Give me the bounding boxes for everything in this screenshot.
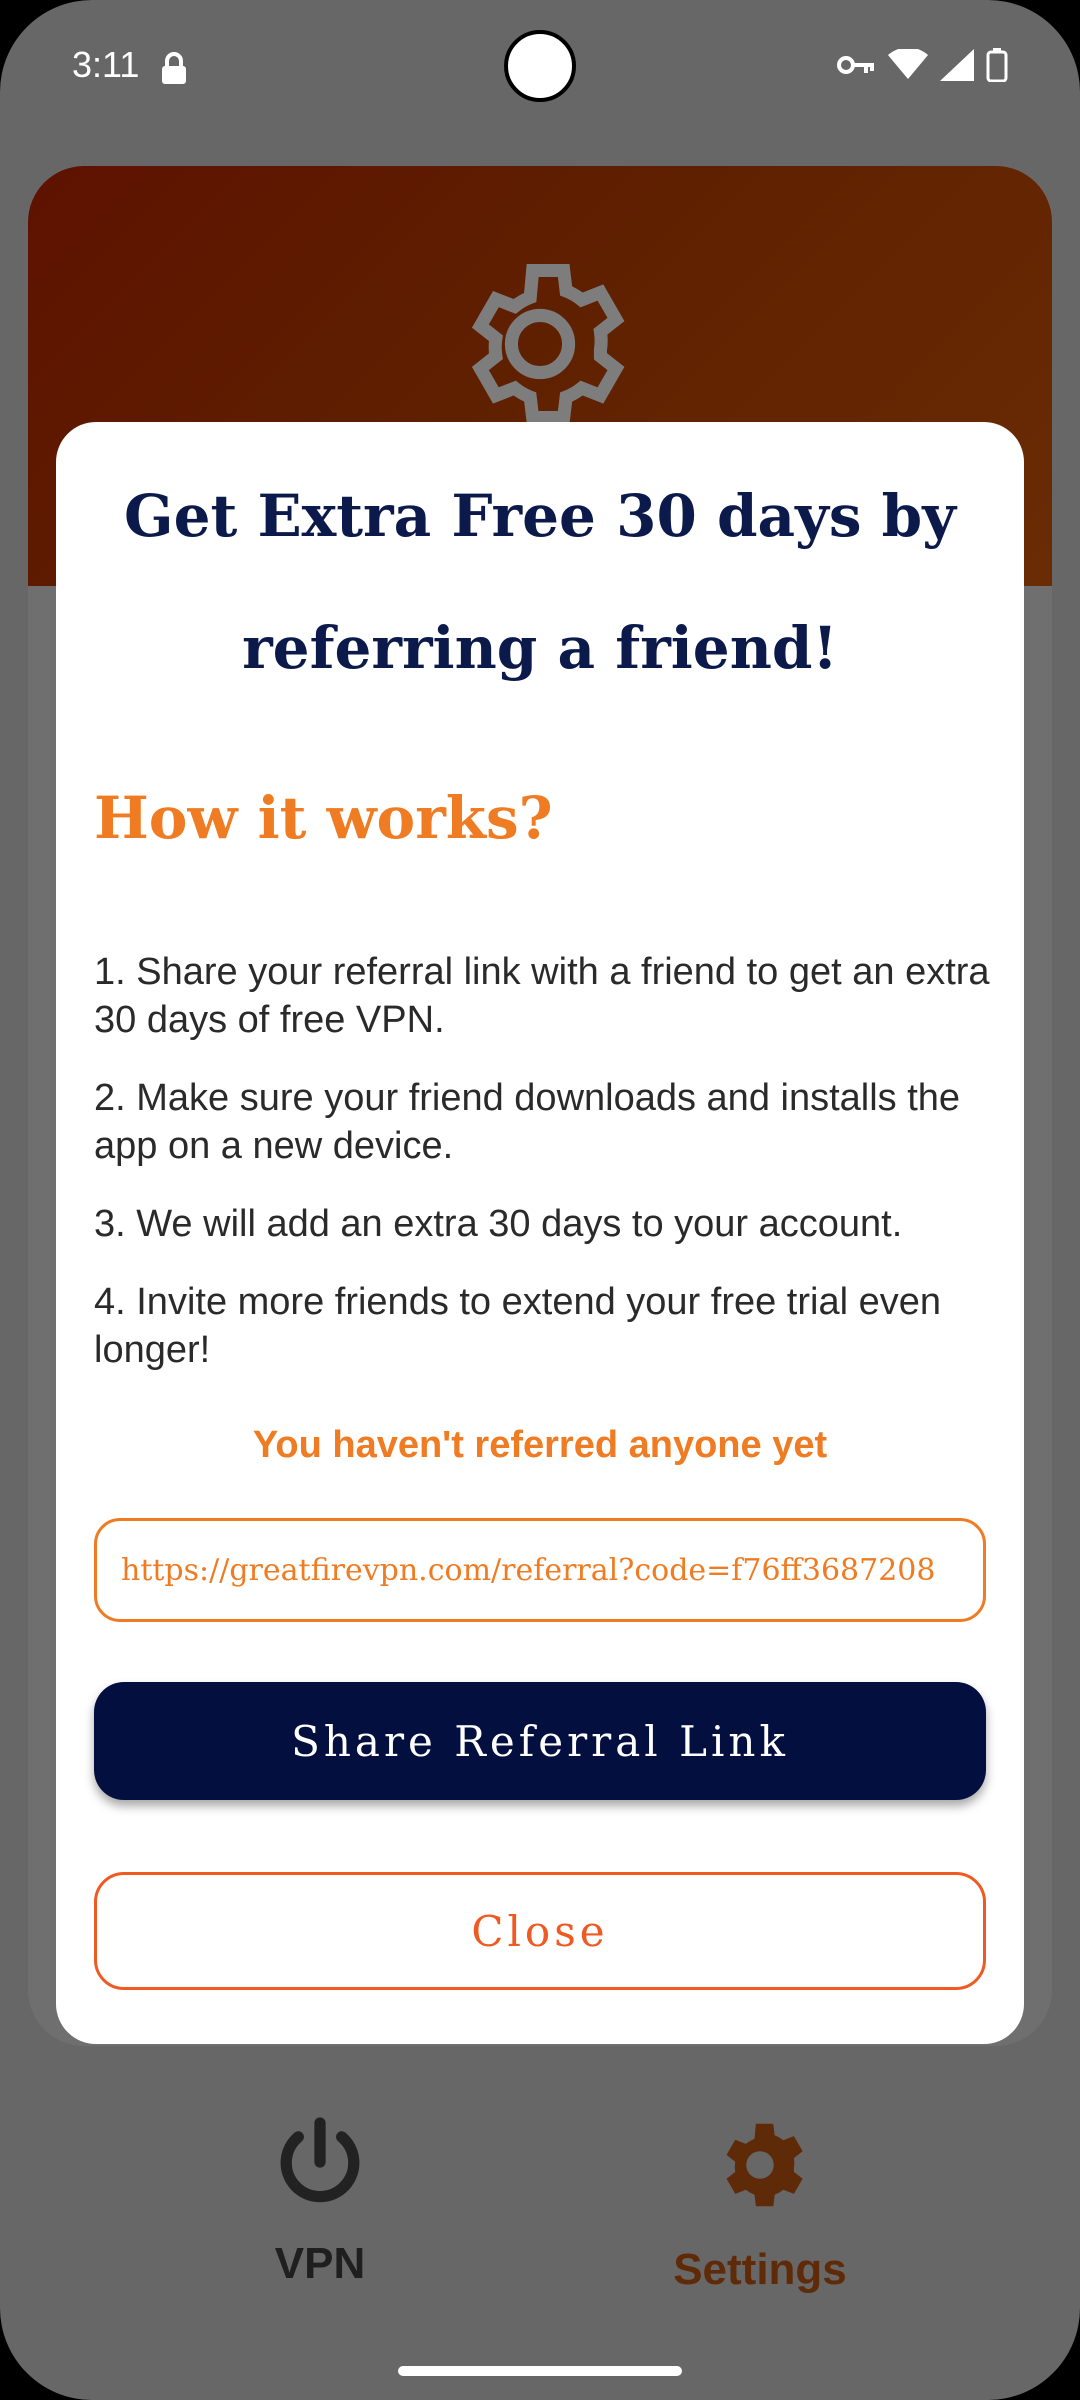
steps-list: 1. Share your referral link with a frien…	[94, 948, 1004, 1404]
vpn-key-icon	[837, 56, 874, 74]
status-time: 3:11	[72, 44, 140, 85]
nav-label-settings: Settings	[673, 2245, 847, 2294]
how-it-works-heading: How it works?	[94, 784, 553, 852]
nav-item-settings[interactable]: Settings	[640, 2110, 880, 2295]
step-item: 4. Invite more friends to extend your fr…	[94, 1281, 941, 1371]
step-item: 1. Share your referral link with a frien…	[94, 951, 990, 1041]
referral-dialog: Get Extra Free 30 days by referring a fr…	[56, 422, 1024, 2044]
status-icons	[836, 48, 1008, 82]
power-icon	[280, 2117, 360, 2203]
dialog-title: Get Extra Free 30 days by referring a fr…	[124, 482, 956, 682]
step-item: 2. Make sure your friend downloads and i…	[94, 1077, 961, 1167]
home-indicator[interactable]	[398, 2366, 682, 2376]
share-referral-link-button[interactable]: Share Referral Link	[94, 1682, 986, 1800]
close-button[interactable]: Close	[94, 1872, 986, 1990]
nav-label-vpn: VPN	[274, 2239, 366, 2288]
nav-item-vpn[interactable]: VPN	[230, 2110, 410, 2289]
camera-cutout	[504, 30, 576, 102]
referral-status: You haven't referred anyone yet	[252, 1424, 828, 1466]
referral-link-field[interactable]: https://greatfirevpn.com/referral?code=f…	[94, 1518, 986, 1622]
wifi-icon	[888, 49, 928, 79]
lock-icon	[162, 52, 186, 84]
step-item: 3. We will add an extra 30 days to your …	[94, 1203, 903, 1245]
signal-icon	[940, 49, 974, 81]
settings-gear-icon	[726, 2123, 803, 2207]
battery-icon	[986, 48, 1008, 82]
gear-icon	[471, 263, 625, 425]
phone-screen: 3:11 VPN Settings Get Extra Free 30 days…	[0, 0, 1080, 2400]
